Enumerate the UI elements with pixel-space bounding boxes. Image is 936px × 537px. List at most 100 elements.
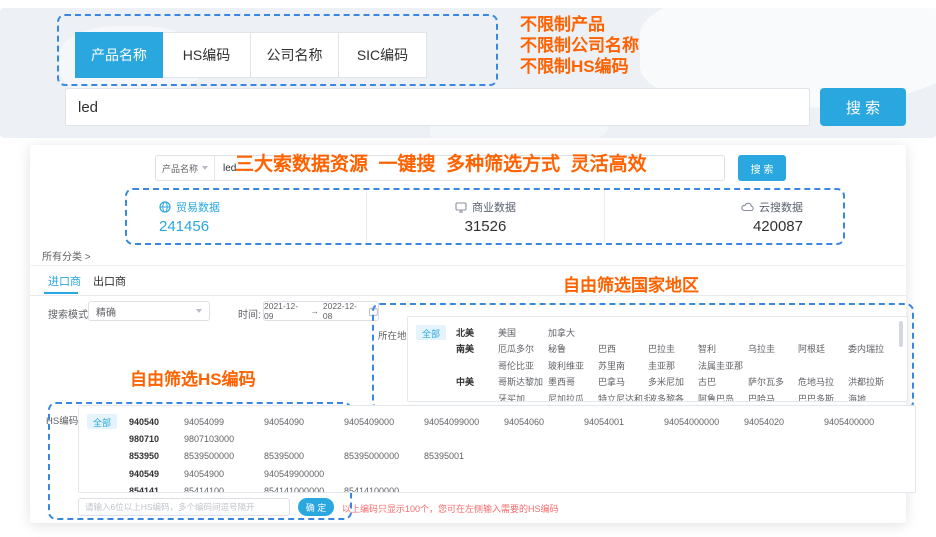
hs-code-option[interactable]: 85414100 (184, 486, 264, 493)
hs-code-option[interactable]: 940549900000 (264, 469, 344, 479)
hs-code-option[interactable]: 980710 (129, 434, 184, 444)
region-scrollbar[interactable] (899, 321, 903, 347)
region-filter-panel: 全部 北美美国加拿大南美厄瓜多尔秘鲁巴西巴拉圭智利乌拉圭阿根廷委内瑞拉哥伦比亚玻… (407, 316, 908, 402)
region-option[interactable]: 阿鲁巴岛 (698, 392, 748, 402)
region-option[interactable]: 海地 (848, 392, 898, 402)
region-option[interactable]: 巴拉圭 (648, 342, 698, 355)
region-grid: 北美美国加拿大南美厄瓜多尔秘鲁巴西巴拉圭智利乌拉圭阿根廷委内瑞拉哥伦比亚玻利维亚… (456, 324, 898, 401)
region-option[interactable]: 委内瑞拉 (848, 342, 898, 355)
tab-company-name[interactable]: 公司名称 (251, 32, 339, 78)
region-option[interactable]: 加拿大 (548, 326, 598, 339)
stat-label: 商业数据 (472, 199, 516, 215)
stats-dashed-box: 贸易数据 241456 商业数据 31526 (125, 188, 845, 245)
region-option[interactable]: 厄瓜多尔 (498, 342, 548, 355)
hs-annotation: 自由筛选HS编码 (130, 365, 256, 390)
hs-code-option[interactable]: 940549 (129, 469, 184, 479)
region-option[interactable]: 洪都拉斯 (848, 375, 898, 388)
date-end: 2022-12-08 (323, 301, 365, 321)
monitor-icon (455, 201, 467, 213)
hs-code-option[interactable]: 85395001 (424, 451, 504, 461)
date-start: 2021-12-09 (264, 301, 306, 321)
hero-search-input[interactable] (65, 88, 810, 126)
hs-code-option[interactable]: 854141000000 (264, 486, 344, 493)
stat-trade-data[interactable]: 贸易数据 241456 (127, 190, 366, 243)
hs-filter-panel: 全部 9405409405409994054090940540900094054… (78, 405, 916, 493)
region-option[interactable]: 玻利维亚 (548, 359, 598, 372)
tab-product-name[interactable]: 产品名称 (75, 32, 163, 78)
region-option[interactable]: 巴西 (598, 342, 648, 355)
stat-business-data[interactable]: 商业数据 31526 (366, 190, 605, 243)
mini-search-button[interactable]: 搜 索 (738, 155, 786, 181)
region-option[interactable]: 墨西哥 (548, 375, 598, 388)
region-option[interactable]: 美国 (498, 326, 548, 339)
hs-code-option[interactable]: 940540 (129, 417, 184, 427)
divider (30, 295, 906, 296)
hs-code-option[interactable]: 9807103000 (184, 434, 264, 444)
active-tab-underline (44, 292, 78, 294)
region-option[interactable]: 萨尔瓦多 (748, 375, 798, 388)
region-option[interactable]: 牙买加 (498, 392, 548, 402)
divider (30, 265, 906, 266)
search-type-tabs: 产品名称 HS编码 公司名称 SIC编码 (75, 32, 427, 78)
hs-code-option[interactable]: 853950 (129, 451, 184, 461)
hs-code-option[interactable]: 94054090 (264, 417, 344, 427)
mini-search-type-select[interactable]: 产品名称 (156, 156, 215, 180)
date-range-arrow: → (310, 306, 319, 316)
region-option[interactable]: 危地马拉 (798, 375, 848, 388)
stat-value: 31526 (465, 218, 507, 235)
mini-select-value: 产品名称 (162, 162, 198, 175)
tab-exporter[interactable]: 出口商 (93, 273, 126, 289)
region-option[interactable]: 秘鲁 (548, 342, 598, 355)
hs-code-option[interactable]: 94054000000 (664, 417, 744, 427)
region-option[interactable]: 巴拿马 (598, 375, 648, 388)
date-range-picker[interactable]: 2021-12-09 → 2022-12-08 (263, 301, 379, 321)
region-option[interactable]: 圭亚那 (648, 359, 698, 372)
hs-all-chip[interactable]: 全部 (87, 414, 117, 429)
breadcrumb[interactable]: 所有分类 > (42, 248, 91, 263)
region-option[interactable]: 波多黎各 (648, 392, 698, 402)
region-option[interactable]: 法属圭亚那 (698, 359, 748, 372)
tab-sic-code[interactable]: SIC编码 (339, 32, 427, 78)
region-option[interactable]: 古巴 (698, 375, 748, 388)
region-option[interactable]: 尼加拉瓜 (548, 392, 598, 402)
tab-importer[interactable]: 进口商 (48, 273, 81, 289)
region-option[interactable]: 乌拉圭 (748, 342, 798, 355)
annotation-line: 不限制公司名称 (520, 35, 639, 56)
hs-code-option[interactable]: 94054900 (184, 469, 264, 479)
region-option[interactable]: 巴哈马 (748, 392, 798, 402)
hs-code-option[interactable]: 94054099000 (424, 417, 504, 427)
region-option[interactable]: 特立尼达和多巴.. (598, 392, 648, 402)
annotation-line: 不限制HS编码 (520, 56, 639, 77)
hs-grid: 9405409405409994054090940540900094054099… (129, 413, 904, 492)
stat-label: 云搜数据 (759, 199, 803, 215)
cloud-icon (741, 201, 754, 213)
hs-limit-note: 以上编码只显示100个，您可在左侧输入需要的HS编码 (342, 502, 559, 515)
hs-confirm-button[interactable]: 确 定 (298, 498, 334, 516)
region-option[interactable]: 多米尼加 (648, 375, 698, 388)
search-mode-select[interactable]: 精确 (88, 301, 210, 321)
hs-code-input[interactable] (78, 498, 290, 516)
hs-code-option[interactable]: 85395000 (264, 451, 344, 461)
hs-code-option[interactable]: 9405400000 (824, 417, 904, 427)
hs-code-option[interactable]: 854141 (129, 486, 184, 493)
region-option[interactable]: 智利 (698, 342, 748, 355)
region-option[interactable]: 哥斯达黎加 (498, 375, 548, 388)
hero-search-button[interactable]: 搜 索 (820, 88, 906, 126)
region-all-chip[interactable]: 全部 (416, 325, 446, 340)
stat-cloud-data[interactable]: 云搜数据 420087 (604, 190, 843, 243)
hs-label: HS编码: (46, 413, 81, 427)
region-option[interactable]: 巴巴多斯 (798, 392, 848, 402)
hs-code-option[interactable]: 85395000000 (344, 451, 424, 461)
hs-code-option[interactable]: 85414100000 (344, 486, 424, 493)
hs-code-option[interactable]: 94054001 (584, 417, 664, 427)
hs-code-option[interactable]: 8539500000 (184, 451, 264, 461)
hs-code-option[interactable]: 9405409000 (344, 417, 424, 427)
region-option[interactable]: 阿根廷 (798, 342, 848, 355)
tab-hs-code[interactable]: HS编码 (163, 32, 251, 78)
hs-code-option[interactable]: 94054099 (184, 417, 264, 427)
region-group-label: 南美 (456, 342, 498, 355)
region-option[interactable]: 哥伦比亚 (498, 359, 548, 372)
hs-code-option[interactable]: 94054020 (744, 417, 824, 427)
hs-code-option[interactable]: 94054060 (504, 417, 584, 427)
region-option[interactable]: 苏里南 (598, 359, 648, 372)
